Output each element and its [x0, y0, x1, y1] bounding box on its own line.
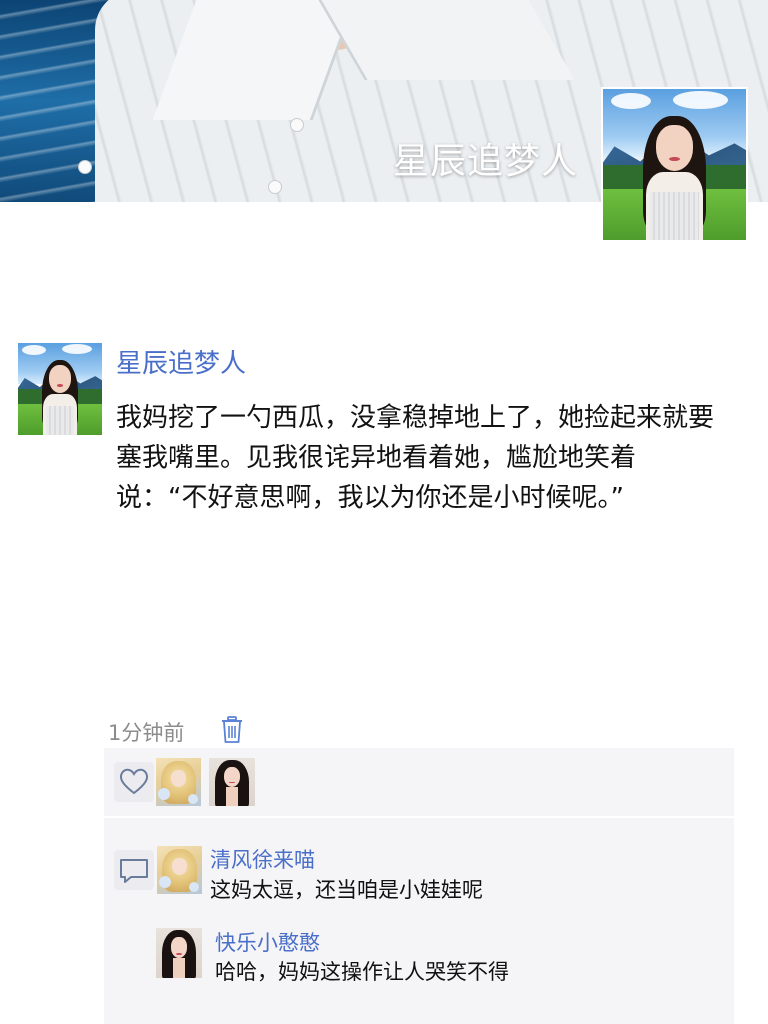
comment-author[interactable]: 快乐小憨憨 [215, 927, 320, 957]
like-avatar[interactable] [156, 758, 201, 806]
heart-icon[interactable] [114, 762, 154, 802]
interaction-panel: 清风徐来喵 这妈太逗，还当咱是小娃娃呢 快乐小憨憨 哈哈，妈妈这操作让人哭笑不得 [104, 748, 734, 1024]
comment-avatar[interactable] [157, 846, 202, 894]
post-content: 我妈挖了一勺西瓜，没拿稳掉地上了，她捡起来就要塞我嘴里。见我很诧异地看着她，尴尬… [116, 403, 715, 513]
cover-username[interactable]: 星辰追梦人 [393, 132, 578, 184]
post-author-name[interactable]: 星辰追梦人 [116, 343, 246, 380]
comment-avatar[interactable] [156, 928, 202, 978]
trash-icon[interactable] [221, 716, 243, 744]
shirt-button [268, 180, 282, 194]
shirt-button [78, 160, 92, 174]
comment-text: 哈哈，妈妈这操作让人哭笑不得 [215, 960, 509, 984]
comment-text: 这妈太逗，还当咱是小娃娃呢 [210, 878, 483, 902]
post-author-avatar[interactable] [18, 343, 102, 435]
profile-avatar[interactable] [601, 87, 748, 242]
comment-icon[interactable] [114, 850, 154, 890]
like-avatar[interactable] [209, 758, 255, 806]
divider [104, 816, 734, 818]
post-timestamp: 1分钟前 [108, 721, 185, 745]
shirt-button [290, 118, 304, 132]
comment-author[interactable]: 清风徐来喵 [210, 844, 315, 874]
